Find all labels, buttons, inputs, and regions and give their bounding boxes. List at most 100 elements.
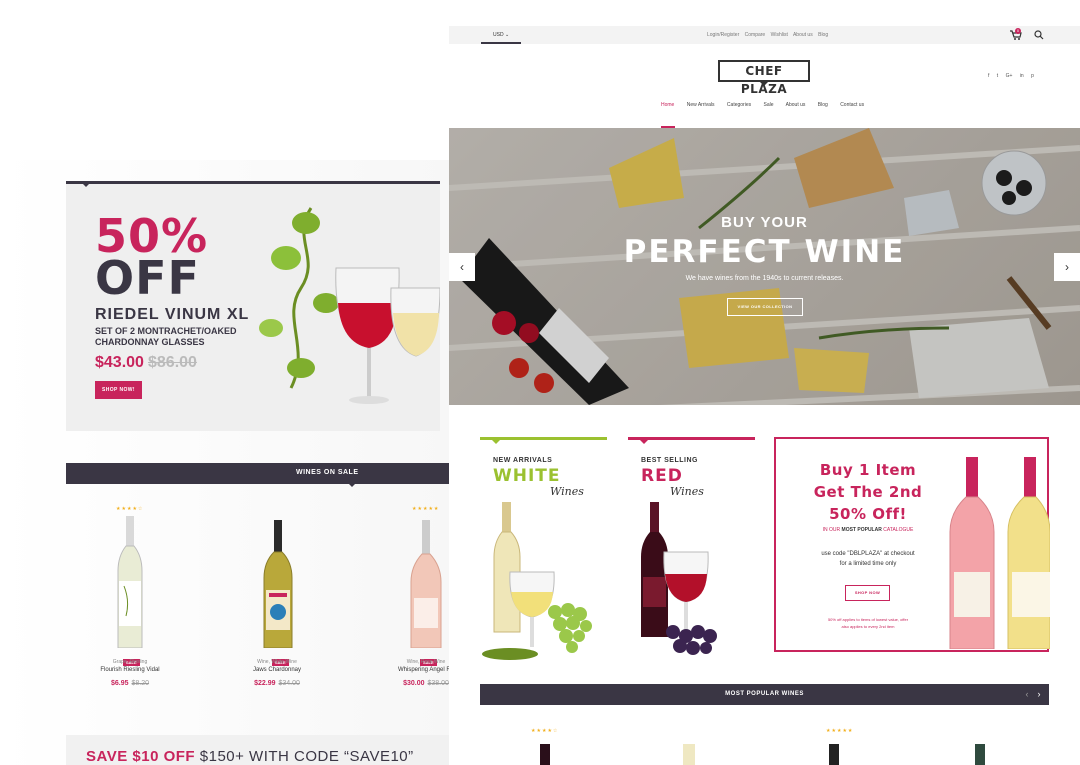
product-category: Grape, Riesling [112, 659, 148, 665]
site-logo[interactable]: CHEF PLAZA [718, 60, 810, 96]
offer-catalogue-prefix: IN OUR [822, 527, 842, 533]
about-us-link[interactable]: About us [793, 32, 813, 38]
product-category: Wine, White Wine [257, 659, 297, 665]
nav-home[interactable]: Home [661, 102, 674, 108]
wishlist-link[interactable]: Wishlist [771, 32, 788, 38]
storefront-page: USD ⌄ Login/Register Compare Wishlist Ab… [449, 26, 1080, 765]
nav-sale[interactable]: Sale [764, 102, 774, 108]
offer-shop-now-button[interactable]: SHOP NOW [845, 585, 890, 601]
rating-stars: ★★★★★ [412, 506, 440, 512]
category-kicker: NEW ARRIVALS [493, 457, 553, 464]
linkedin-icon[interactable]: in [1020, 73, 1024, 79]
save-banner-highlight: SAVE $10 OFF [86, 748, 196, 765]
save-banner-text: SAVE $10 OFF $150+ WITH CODE “SAVE10” [86, 748, 414, 765]
currency-value: USD [493, 32, 504, 38]
hero-slider: BUY YOUR PERFECT WINE We have wines from… [449, 128, 1080, 405]
currency-select[interactable]: USD ⌄ [481, 26, 521, 44]
promo-price: $43.00 [95, 354, 144, 371]
offer-code-line: use code "DBLPLAZA" at checkout [821, 551, 915, 557]
popular-prev-arrow-icon[interactable]: ‹ [1022, 689, 1032, 699]
top-links: Login/Register Compare Wishlist About us… [707, 32, 832, 38]
product-price: $6.95 $8.20 [70, 680, 190, 687]
most-popular-bar: MOST POPULAR WINES ‹ › [480, 684, 1049, 705]
category-notch [640, 440, 648, 444]
category-title: RED [641, 466, 683, 486]
sale-product-card[interactable]: ★★★★☆ SALE Grape, Riesling Flourish Ries… [70, 506, 190, 706]
product-name[interactable]: Flourish Riesling Vidal [70, 667, 190, 673]
nav-categories[interactable]: Categories [727, 102, 751, 108]
category-notch [492, 440, 500, 444]
price-current: $30.00 [403, 680, 425, 687]
compare-link[interactable]: Compare [745, 32, 766, 38]
sale-product-card[interactable]: SALE Wine, White Wine Jaws Chardonnay $2… [217, 506, 337, 706]
white-wine-image [482, 502, 592, 660]
offer-note-line: 50% off applies to items of lowest value… [827, 617, 909, 622]
nav-contact-us[interactable]: Contact us [840, 102, 864, 108]
category-red-wines[interactable]: BEST SELLING RED Wines [628, 437, 755, 661]
top-bar: USD ⌄ Login/Register Compare Wishlist Ab… [449, 26, 1080, 44]
nav-about-us[interactable]: About us [786, 102, 806, 108]
chevron-down-icon: ⌄ [504, 32, 510, 38]
google-plus-icon[interactable]: G+ [1006, 73, 1013, 79]
price-current: $22.99 [254, 680, 276, 687]
wines-on-sale-title: WINES ON SALE [296, 469, 359, 476]
category-white-wines[interactable]: NEW ARRIVALS WHITE Wines [480, 437, 607, 661]
product-price: $22.99 $34.00 [217, 680, 337, 687]
save-coupon-banner: SAVE $10 OFF $150+ WITH CODE “SAVE10” [66, 735, 450, 765]
offer-code-text: use code "DBLPLAZA" at checkout for a li… [792, 549, 944, 569]
save-banner-rest: $150+ WITH CODE “SAVE10” [195, 748, 414, 765]
popular-next-arrow-icon[interactable]: › [1034, 689, 1044, 699]
sale-bar-notch [348, 483, 356, 487]
offer-title-line: Buy 1 Item [819, 461, 917, 479]
wine-bottle-image [263, 520, 293, 648]
view-collection-button[interactable]: VIEW OUR COLLECTION [727, 298, 803, 316]
twitter-icon[interactable]: t [997, 73, 998, 79]
hero-title: PERFECT WINE [623, 234, 906, 270]
offer-code-line: for a limited time only [839, 561, 897, 567]
offer-note-line: also applies to every 2nd item [841, 624, 895, 629]
nav-blog[interactable]: Blog [818, 102, 828, 108]
login-register-link[interactable]: Login/Register [707, 32, 739, 38]
hero-kicker: BUY YOUR [721, 214, 808, 231]
category-script: Wines [670, 485, 704, 498]
offer-title-line: Get The 2nd [813, 483, 923, 501]
price-old: $8.20 [131, 680, 150, 687]
wines-on-sale-bar: WINES ON SALE [66, 463, 450, 487]
offer-title: Buy 1 Item Get The 2nd 50% Off! [792, 459, 944, 525]
promo-off: OFF [95, 251, 200, 305]
rating-stars: ★★★★☆ [116, 506, 144, 512]
price-current: $6.95 [110, 680, 129, 687]
offer-note: 50% off applies to items of lowest value… [792, 616, 944, 630]
promo-shop-button[interactable]: SHOP NOW! [95, 381, 142, 399]
wine-bottle-image [410, 520, 442, 648]
logo-notch [760, 82, 768, 86]
nav-new-arrivals[interactable]: New Arrivals [687, 102, 715, 108]
social-links: f t G+ in p [988, 73, 1040, 79]
product-name[interactable]: Jaws Chardonnay [217, 667, 337, 673]
promo-product-name: RIEDEL VINUM XL [95, 306, 250, 323]
banner-notch [81, 182, 91, 187]
blog-link[interactable]: Blog [818, 32, 828, 38]
main-nav: Home New Arrivals Categories Sale About … [661, 102, 875, 108]
search-icon[interactable] [1034, 30, 1044, 40]
rating-stars: ★★★★★ [826, 728, 854, 734]
offer-promo-box: Buy 1 Item Get The 2nd 50% Off! IN OUR M… [774, 437, 1050, 652]
rating-stars: ★★★★☆ [531, 728, 559, 734]
popular-bottles-tops [540, 744, 985, 765]
slider-next-arrow-icon[interactable]: › [1054, 253, 1080, 281]
category-kicker: BEST SELLING [641, 457, 698, 464]
cart-count-badge: 0 [1015, 28, 1021, 34]
facebook-icon[interactable]: f [988, 73, 989, 79]
offer-catalogue-suffix: CATALOGUE [881, 527, 914, 533]
wine-glasses-image [259, 207, 440, 404]
category-title: WHITE [493, 466, 561, 486]
category-script: Wines [550, 485, 584, 498]
pinterest-icon[interactable]: p [1031, 73, 1034, 79]
promo-banner: 50% OFF RIEDEL VINUM XL SET OF 2 MONTRAC… [66, 181, 440, 431]
offer-catalogue: IN OUR MOST POPULAR CATALOGUE [792, 527, 944, 533]
most-popular-title: MOST POPULAR WINES [725, 691, 804, 697]
hero-subtitle: We have wines from the 1940s to current … [685, 275, 844, 282]
slider-prev-arrow-icon[interactable]: ‹ [449, 253, 475, 281]
price-old: $38.00 [427, 680, 449, 687]
offer-title-line: 50% Off! [829, 505, 907, 523]
